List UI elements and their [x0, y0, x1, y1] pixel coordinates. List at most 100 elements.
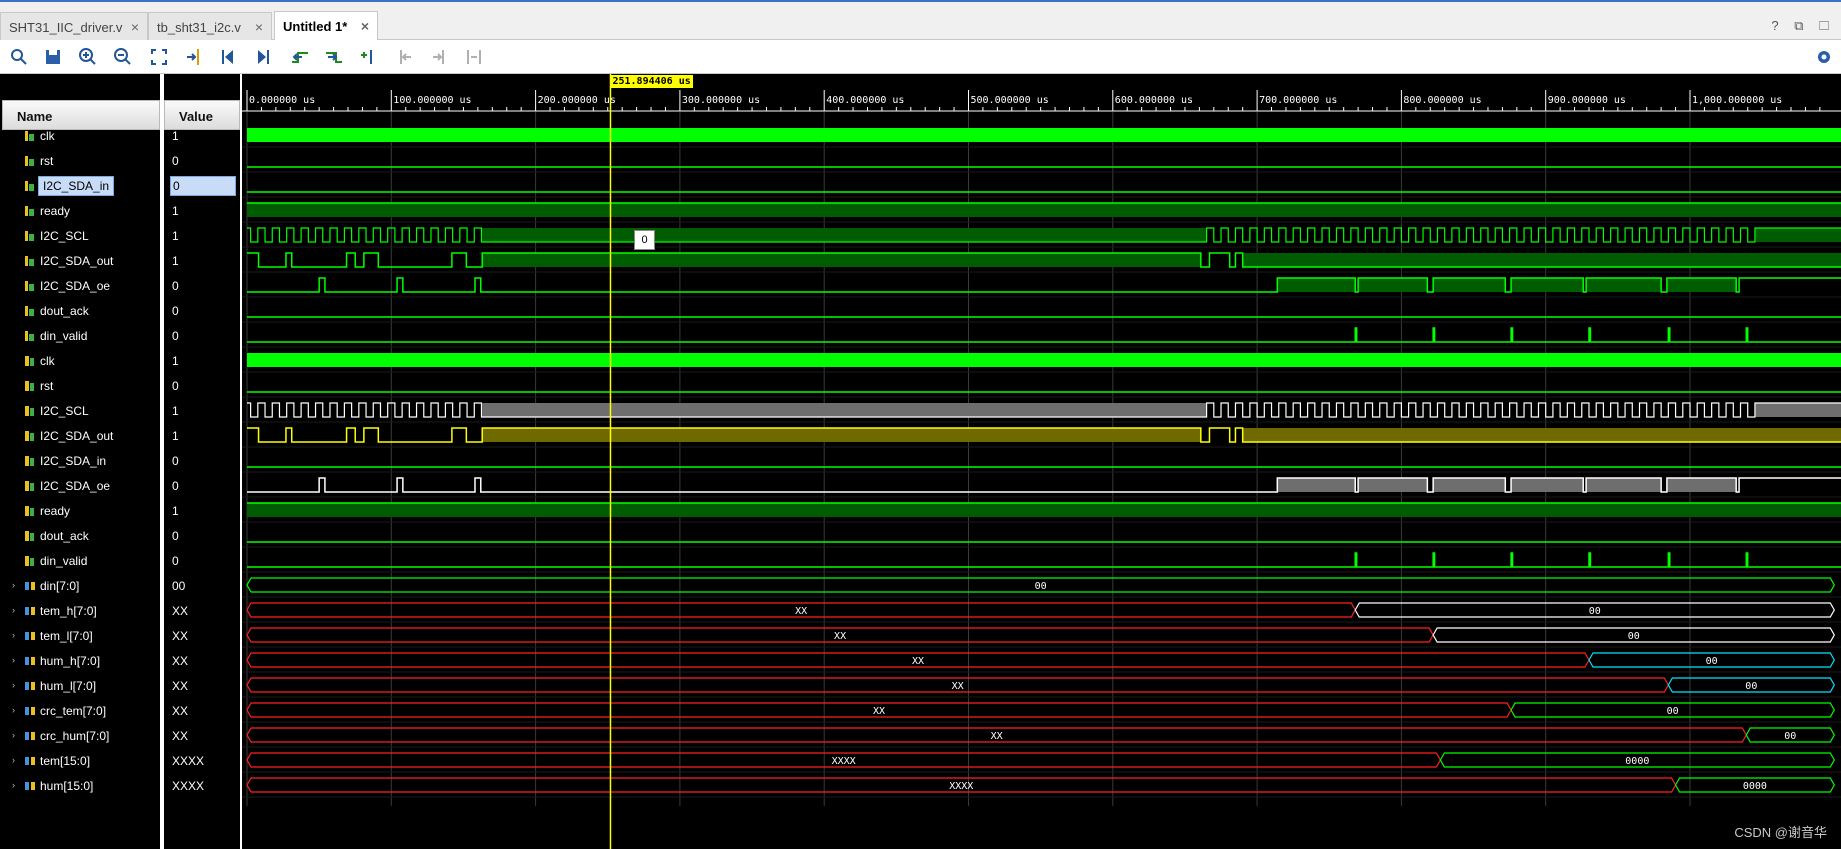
signal-name[interactable]: din[7:0]	[40, 579, 79, 593]
signal-row[interactable]: I2C_SDA_in	[0, 173, 160, 198]
value-row[interactable]: 0	[164, 173, 240, 198]
tab-sht31-iic-driver[interactable]: SHT31_IIC_driver.v ×	[0, 12, 148, 42]
tab-tb-sht31-i2c[interactable]: tb_sht31_i2c.v ×	[148, 12, 272, 42]
signal-name[interactable]: hum_h[7:0]	[40, 654, 100, 668]
close-icon[interactable]: ×	[131, 19, 139, 35]
signal-name[interactable]: hum_l[7:0]	[40, 679, 96, 693]
settings-icon[interactable]	[1812, 45, 1836, 69]
next-transition-icon[interactable]	[322, 45, 346, 69]
signal-row[interactable]: › din[7:0]	[0, 573, 160, 598]
window-controls[interactable]: ? ⧉ ☐	[1771, 18, 1835, 34]
signal-row[interactable]: I2C_SCL	[0, 398, 160, 423]
signal-row[interactable]: I2C_SDA_out	[0, 248, 160, 273]
signal-name[interactable]: ready	[40, 504, 70, 518]
signal-name[interactable]: I2C_SCL	[40, 229, 89, 243]
value-row[interactable]: 1	[164, 223, 240, 248]
add-marker-icon[interactable]	[357, 45, 381, 69]
signal-row[interactable]: clk	[0, 348, 160, 373]
go-to-start-icon[interactable]	[216, 45, 240, 69]
signal-name[interactable]: ready	[40, 204, 70, 218]
expand-chevron-icon[interactable]: ›	[12, 755, 15, 765]
signal-name[interactable]: tem_h[7:0]	[40, 604, 97, 618]
signal-row[interactable]: I2C_SDA_out	[0, 423, 160, 448]
expand-chevron-icon[interactable]: ›	[12, 655, 15, 665]
signal-name[interactable]: crc_hum[7:0]	[40, 729, 109, 743]
value-row[interactable]: XXXX	[164, 748, 240, 773]
signal-row[interactable]: ready	[0, 198, 160, 223]
signal-row[interactable]: › tem[15:0]	[0, 748, 160, 773]
signal-name[interactable]: crc_tem[7:0]	[40, 704, 106, 718]
value-row[interactable]: 1	[164, 198, 240, 223]
go-to-cursor-icon[interactable]	[182, 45, 206, 69]
swap-cursors-icon[interactable]	[462, 45, 486, 69]
signal-name[interactable]: din_valid	[40, 329, 87, 343]
value-row[interactable]: 0	[164, 473, 240, 498]
tab-untitled-1[interactable]: Untitled 1* ×	[274, 11, 378, 42]
value-row[interactable]: XX	[164, 698, 240, 723]
signal-name[interactable]: I2C_SDA_oe	[40, 279, 110, 293]
signal-row[interactable]: dout_ack	[0, 298, 160, 323]
expand-chevron-icon[interactable]: ›	[12, 705, 15, 715]
value-row[interactable]: 1	[164, 123, 240, 148]
value-row[interactable]: 0	[164, 273, 240, 298]
value-row[interactable]: 0	[164, 323, 240, 348]
signal-row[interactable]: › hum[15:0]	[0, 773, 160, 798]
value-row[interactable]: XX	[164, 598, 240, 623]
value-row[interactable]: XXXX	[164, 773, 240, 798]
value-row[interactable]: 1	[164, 248, 240, 273]
expand-chevron-icon[interactable]: ›	[12, 630, 15, 640]
value-row[interactable]: 0	[164, 373, 240, 398]
signal-name[interactable]: clk	[40, 354, 55, 368]
waveform-pane[interactable]: 0.000000 us 100.000000 us 200.000000 us 300…	[242, 74, 1841, 849]
signal-name[interactable]: I2C_SDA_in	[40, 454, 106, 468]
previous-transition-icon[interactable]	[288, 45, 312, 69]
expand-chevron-icon[interactable]: ›	[12, 780, 15, 790]
expand-chevron-icon[interactable]: ›	[12, 680, 15, 690]
signal-name[interactable]: dout_ack	[40, 304, 89, 318]
signal-name[interactable]: hum[15:0]	[40, 779, 93, 793]
value-row[interactable]: 1	[164, 498, 240, 523]
value-row[interactable]: XX	[164, 623, 240, 648]
signal-name[interactable]: tem_l[7:0]	[40, 629, 93, 643]
signal-row[interactable]: › crc_tem[7:0]	[0, 698, 160, 723]
next-marker-icon[interactable]	[427, 45, 451, 69]
value-row[interactable]: XX	[164, 673, 240, 698]
value-row[interactable]: 1	[164, 398, 240, 423]
signal-name[interactable]: I2C_SCL	[40, 404, 89, 418]
value-row[interactable]: XX	[164, 723, 240, 748]
signal-name[interactable]: rst	[40, 154, 53, 168]
signal-row[interactable]: › tem_l[7:0]	[0, 623, 160, 648]
signal-row[interactable]: dout_ack	[0, 523, 160, 548]
signal-row[interactable]: › tem_h[7:0]	[0, 598, 160, 623]
signal-name[interactable]: rst	[40, 379, 53, 393]
previous-marker-icon[interactable]	[393, 45, 417, 69]
signal-name[interactable]: din_valid	[40, 554, 87, 568]
value-row[interactable]: 1	[164, 423, 240, 448]
signal-row[interactable]: › hum_l[7:0]	[0, 673, 160, 698]
signal-row[interactable]: › hum_h[7:0]	[0, 648, 160, 673]
signal-name[interactable]: I2C_SDA_oe	[40, 479, 110, 493]
expand-chevron-icon[interactable]: ›	[12, 580, 15, 590]
value-row[interactable]: 1	[164, 348, 240, 373]
signal-row[interactable]: I2C_SDA_in	[0, 448, 160, 473]
signal-row[interactable]: I2C_SDA_oe	[0, 273, 160, 298]
signal-row[interactable]: din_valid	[0, 548, 160, 573]
expand-chevron-icon[interactable]: ›	[12, 605, 15, 615]
close-icon[interactable]: ×	[361, 18, 369, 34]
save-icon[interactable]	[41, 45, 65, 69]
zoom-fit-icon[interactable]	[147, 45, 171, 69]
signal-name[interactable]: I2C_SDA_in	[38, 176, 115, 196]
value-row[interactable]: 0	[164, 523, 240, 548]
value-row[interactable]: 0	[164, 148, 240, 173]
signal-row[interactable]: ready	[0, 498, 160, 523]
value-row[interactable]: 0	[164, 548, 240, 573]
search-icon[interactable]	[7, 45, 31, 69]
value-row[interactable]: 0	[164, 298, 240, 323]
signal-name[interactable]: I2C_SDA_out	[40, 254, 113, 268]
zoom-in-icon[interactable]	[76, 45, 100, 69]
go-to-end-icon[interactable]	[251, 45, 275, 69]
signal-row[interactable]: rst	[0, 148, 160, 173]
signal-row[interactable]: I2C_SDA_oe	[0, 473, 160, 498]
value-row[interactable]: 00	[164, 573, 240, 598]
expand-chevron-icon[interactable]: ›	[12, 730, 15, 740]
